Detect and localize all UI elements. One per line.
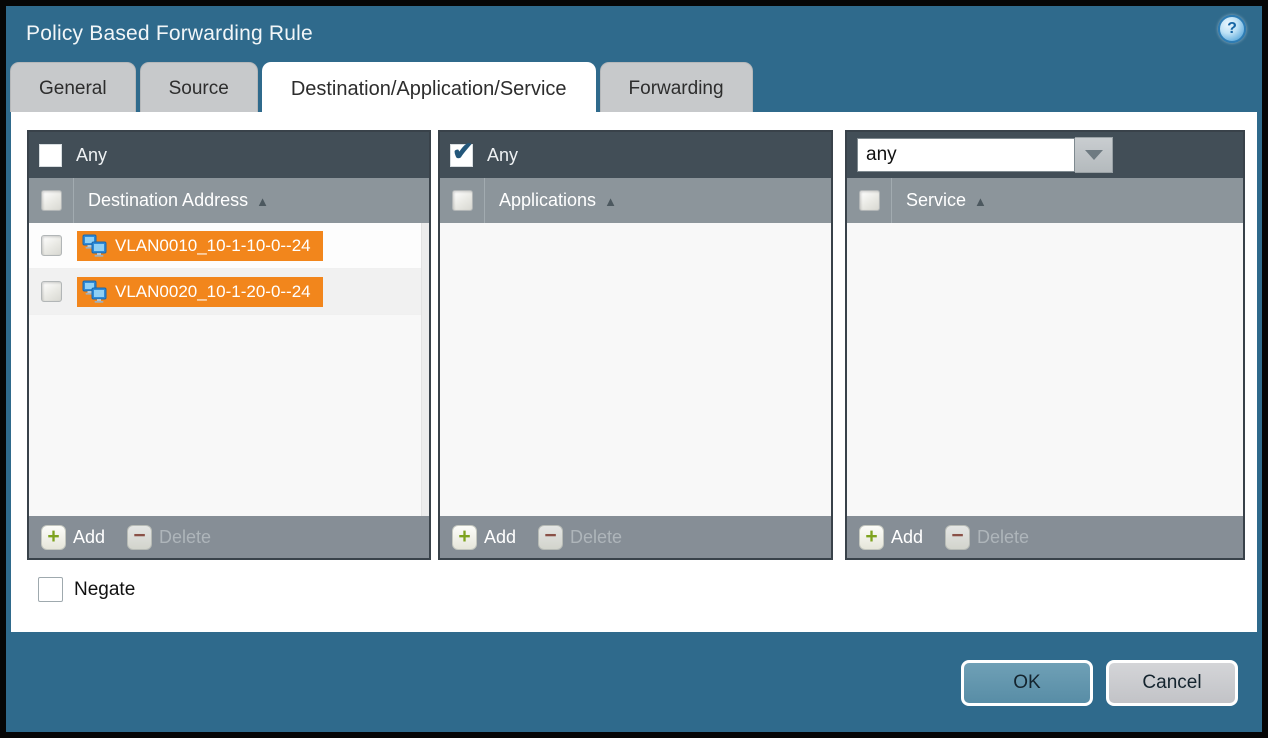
applications-select-all-cell <box>440 178 485 223</box>
row-checkbox-cell <box>29 281 74 302</box>
address-object-chip: VLAN0010_10-1-10-0--24 <box>77 231 323 261</box>
cancel-button[interactable]: Cancel <box>1106 660 1238 706</box>
applications-delete-button[interactable]: − Delete <box>538 525 622 550</box>
destination-select-all-checkbox[interactable] <box>41 190 62 211</box>
chevron-down-icon <box>1085 150 1103 160</box>
applications-any-label: Any <box>487 145 518 166</box>
checkmark-icon: ✔ <box>452 136 474 167</box>
service-column-header[interactable]: Service ▲ <box>906 190 987 211</box>
tab-content: Any Destination Address ▲ <box>11 112 1257 632</box>
applications-column-header[interactable]: Applications ▲ <box>499 190 617 211</box>
row-checkbox-cell <box>29 235 74 256</box>
destination-row-2-checkbox[interactable] <box>41 281 62 302</box>
tab-general[interactable]: General <box>10 62 136 112</box>
destination-scrollbar-track[interactable] <box>421 223 429 516</box>
tab-source[interactable]: Source <box>140 62 258 112</box>
destination-add-button[interactable]: + Add <box>41 525 105 550</box>
dialog-action-bar: OK Cancel <box>6 632 1262 706</box>
applications-any-checkbox[interactable]: ✔ <box>450 144 473 167</box>
destination-address-panel: Any Destination Address ▲ <box>27 130 431 560</box>
destination-delete-button[interactable]: − Delete <box>127 525 211 550</box>
negate-row: Negate <box>38 577 1257 602</box>
sort-ascending-icon: ▲ <box>256 193 269 208</box>
service-delete-button[interactable]: − Delete <box>945 525 1029 550</box>
service-panel: Service ▲ + Add − Delete <box>845 130 1245 560</box>
service-add-button[interactable]: + Add <box>859 525 923 550</box>
sort-ascending-icon: ▲ <box>974 193 987 208</box>
destination-any-label: Any <box>76 145 107 166</box>
destination-row-1[interactable]: VLAN0010_10-1-10-0--24 <box>29 223 421 269</box>
service-combo-bar <box>847 132 1243 178</box>
destination-column-header[interactable]: Destination Address ▲ <box>88 190 269 211</box>
applications-list <box>440 223 831 516</box>
destination-row-1-checkbox[interactable] <box>41 235 62 256</box>
dialog-title: Policy Based Forwarding Rule <box>26 22 313 46</box>
service-list <box>847 223 1243 516</box>
service-column-header-row: Service ▲ <box>847 178 1243 223</box>
negate-label: Negate <box>74 579 135 601</box>
applications-footer: + Add − Delete <box>440 516 831 558</box>
policy-forwarding-dialog: Policy Based Forwarding Rule ? General S… <box>0 0 1268 738</box>
applications-any-bar: ✔ Any <box>440 132 831 178</box>
address-object-chip: VLAN0020_10-1-20-0--24 <box>77 277 323 307</box>
destination-column-header-row: Destination Address ▲ <box>29 178 429 223</box>
address-object-label: VLAN0010_10-1-10-0--24 <box>115 236 311 256</box>
service-footer: + Add − Delete <box>847 516 1243 558</box>
destination-list: VLAN0010_10-1-10-0--24 <box>29 223 429 516</box>
service-combo-dropdown-button[interactable] <box>1075 137 1113 173</box>
destination-row-2[interactable]: VLAN0020_10-1-20-0--24 <box>29 269 421 315</box>
service-combo-input[interactable] <box>857 138 1075 172</box>
applications-column-header-row: Applications ▲ <box>440 178 831 223</box>
address-object-label: VLAN0020_10-1-20-0--24 <box>115 282 311 302</box>
dialog-titlebar: Policy Based Forwarding Rule ? <box>6 6 1262 62</box>
network-icon <box>82 280 108 304</box>
add-icon: + <box>452 525 477 550</box>
destination-select-all-cell <box>29 178 74 223</box>
destination-any-checkbox[interactable] <box>39 144 62 167</box>
delete-icon: − <box>538 525 563 550</box>
destination-footer: + Add − Delete <box>29 516 429 558</box>
network-icon <box>82 234 108 258</box>
delete-icon: − <box>127 525 152 550</box>
destination-any-bar: Any <box>29 132 429 178</box>
panels-container: Any Destination Address ▲ <box>11 112 1257 560</box>
tab-bar: General Source Destination/Application/S… <box>6 62 1262 112</box>
applications-select-all-checkbox[interactable] <box>452 190 473 211</box>
applications-panel: ✔ Any Applications ▲ + Add <box>438 130 833 560</box>
tab-destination-application-service[interactable]: Destination/Application/Service <box>262 62 596 112</box>
service-select-all-cell <box>847 178 892 223</box>
add-icon: + <box>859 525 884 550</box>
applications-add-button[interactable]: + Add <box>452 525 516 550</box>
tab-forwarding[interactable]: Forwarding <box>600 62 753 112</box>
sort-ascending-icon: ▲ <box>604 193 617 208</box>
add-icon: + <box>41 525 66 550</box>
service-select-all-checkbox[interactable] <box>859 190 880 211</box>
negate-checkbox[interactable] <box>38 577 63 602</box>
service-combo <box>857 137 1113 173</box>
delete-icon: − <box>945 525 970 550</box>
ok-button[interactable]: OK <box>961 660 1093 706</box>
help-icon[interactable]: ? <box>1218 15 1246 43</box>
